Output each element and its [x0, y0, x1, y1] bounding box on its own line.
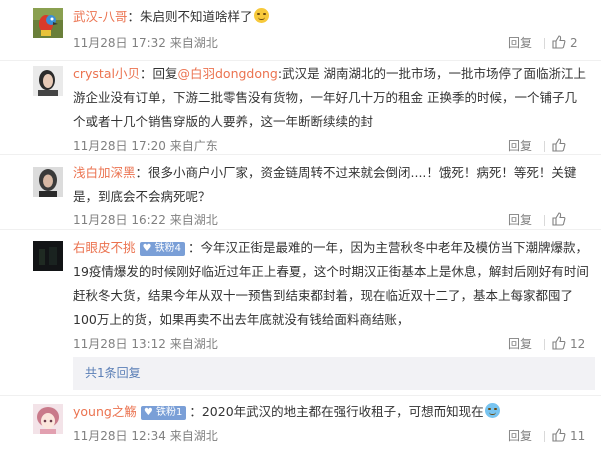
thumb-up-icon	[552, 35, 566, 49]
comment-item: crystal小贝：回复@白羽dongdong:武汉是 湖南湖北的一批市场，一批…	[0, 61, 601, 154]
fan-badge: ♥ 铁粉4	[139, 242, 186, 256]
mention-link[interactable]: @白羽dongdong	[177, 66, 277, 81]
username-link[interactable]: crystal小贝	[73, 66, 140, 81]
avatar[interactable]	[33, 167, 63, 197]
divider	[544, 431, 545, 442]
heart-icon: ♥	[143, 407, 156, 418]
comment-text: crystal小贝：回复@白羽dongdong:武汉是 湖南湖北的一批市场，一批…	[73, 66, 587, 129]
comment-time: 11月28日 17:20 来自广东	[73, 139, 218, 153]
reply-button[interactable]: 回复	[508, 335, 532, 353]
comment-time: 11月28日 13:12 来自湖北	[73, 337, 218, 351]
like-count: 11	[570, 429, 586, 443]
thumb-up-icon	[552, 212, 566, 226]
comment-item: 浅白加深黑：很多小商户小厂家，资金链周转不过来就会倒闭....！饿死！病死！等死…	[0, 155, 601, 229]
username-link[interactable]: 右眼皮不挑	[73, 240, 136, 255]
comment-text: 浅白加深黑：很多小商户小厂家，资金链周转不过来就会倒闭....！饿死！病死！等死…	[73, 165, 577, 204]
like-button[interactable]	[549, 211, 589, 229]
thumb-up-icon	[552, 428, 566, 442]
like-button[interactable]	[549, 137, 589, 155]
like-button[interactable]: 11	[549, 427, 589, 445]
reply-button[interactable]: 回复	[508, 137, 532, 155]
comment-item: 武汉-八哥：朱启则不知道啥样了 11月28日 17:32 来自湖北 回复 2	[0, 0, 601, 60]
comment-text: 武汉-八哥：朱启则不知道啥样了	[73, 5, 589, 29]
like-count: 12	[570, 337, 586, 351]
avatar[interactable]	[33, 241, 63, 271]
avatar[interactable]	[33, 404, 63, 434]
avatar[interactable]	[33, 8, 63, 38]
divider	[544, 141, 545, 152]
username-link[interactable]: 浅白加深黑	[73, 165, 136, 180]
divider	[544, 339, 545, 350]
reply-button[interactable]: 回复	[508, 211, 532, 229]
more-replies-link[interactable]: 共1条回复	[73, 357, 595, 390]
like-button[interactable]: 12	[549, 335, 589, 353]
like-count: 2	[570, 36, 578, 50]
comment-item: young之觞 ♥ 铁粉1 ：2020年武汉的地主都在强行收租子，可想而知现在 11…	[0, 396, 601, 457]
thumb-up-icon	[552, 336, 566, 350]
reply-button[interactable]: 回复	[508, 34, 532, 52]
divider	[544, 38, 545, 49]
reply-button[interactable]: 回复	[508, 427, 532, 445]
like-button[interactable]: 2	[549, 34, 589, 52]
username-link[interactable]: young之觞	[73, 404, 137, 419]
divider	[544, 215, 545, 226]
comment-time: 11月28日 16:22 来自湖北	[73, 213, 218, 227]
thumb-up-icon	[552, 138, 566, 152]
avatar[interactable]	[33, 66, 63, 96]
fan-badge: ♥ 铁粉1	[140, 406, 187, 420]
heart-icon: ♥	[142, 243, 155, 254]
thinking-emoji-icon	[484, 403, 500, 418]
comment-text: 右眼皮不挑 ♥ 铁粉4 ：今年汉正街是最难的一年，因为主营秋冬中老年及模仿当下潮牌爆…	[73, 240, 589, 327]
laugh-emoji-icon	[253, 8, 269, 23]
username-link[interactable]: 武汉-八哥	[73, 9, 128, 24]
comment-time: 11月28日 12:34 来自湖北	[73, 429, 218, 443]
comment-time: 11月28日 17:32 来自湖北	[73, 36, 218, 50]
comment-text: young之觞 ♥ 铁粉1 ：2020年武汉的地主都在强行收租子，可想而知现在	[73, 400, 589, 424]
